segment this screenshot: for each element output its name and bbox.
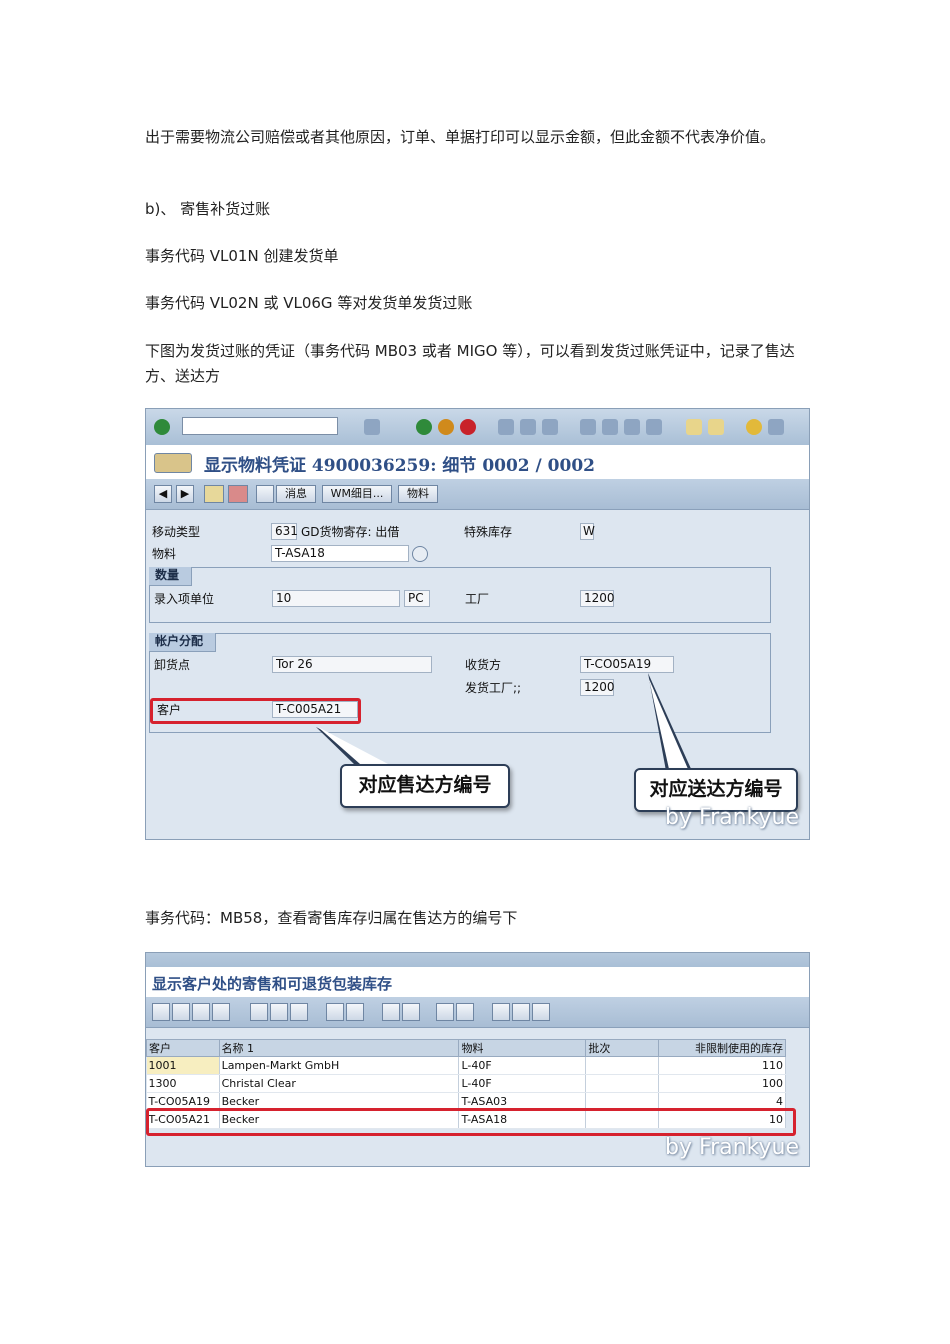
- column-header-customer[interactable]: 客户: [146, 1039, 220, 1057]
- table-header-row: 客户 名称 1 物料 批次 非限制使用的库存: [146, 1039, 787, 1057]
- sort-asc-icon[interactable]: [326, 1003, 344, 1021]
- watermark: by Frankyue: [665, 805, 799, 830]
- cell-customer: 1001: [146, 1056, 220, 1075]
- paragraph-vl02n: 事务代码 VL02N 或 VL06G 等对发货单发货过账: [145, 294, 473, 312]
- export-icon[interactable]: [402, 1003, 420, 1021]
- layout-save-icon[interactable]: [532, 1003, 550, 1021]
- cell-stock: 100: [658, 1074, 787, 1093]
- prev-icon[interactable]: [172, 1003, 190, 1021]
- cell-batch: [585, 1074, 659, 1093]
- sap-material-document-screenshot: 显示物料凭证 4900036259: 细节 0002 / 0002 ◀ ▶ 消息…: [145, 408, 810, 840]
- cell-name: Christal Clear: [219, 1074, 460, 1093]
- cell-material: L-40F: [458, 1056, 587, 1075]
- page-title-2: 显示客户处的寄售和可退货包装库存: [152, 975, 393, 993]
- layout-change-icon[interactable]: [512, 1003, 530, 1021]
- column-header-material[interactable]: 物料: [458, 1039, 587, 1057]
- sap-mb58-screenshot: 显示客户处的寄售和可退货包装库存 客户 名称 1 物料 批次 非限制使用的库存: [145, 952, 810, 1167]
- last-icon[interactable]: [212, 1003, 230, 1021]
- watermark-2: by Frankyue: [665, 1135, 799, 1160]
- spreadsheet-icon[interactable]: [436, 1003, 454, 1021]
- sold-to-callout: 对应售达方编号: [340, 764, 510, 808]
- table-row[interactable]: 1001 Lampen-Markt GmbH L-40F 110: [146, 1056, 787, 1075]
- column-header-name[interactable]: 名称 1: [218, 1039, 460, 1057]
- column-header-batch[interactable]: 批次: [585, 1039, 659, 1057]
- graphic-icon[interactable]: [456, 1003, 474, 1021]
- sum-icon[interactable]: [290, 1003, 308, 1021]
- system-toolbar-2: [146, 953, 809, 968]
- next-icon[interactable]: [192, 1003, 210, 1021]
- paragraph-mb03: 下图为发货过账的凭证（事务代码 MB03 或者 MIGO 等），可以看到发货过账…: [145, 342, 795, 385]
- sort-desc-icon[interactable]: [346, 1003, 364, 1021]
- cell-stock: 110: [658, 1056, 787, 1075]
- table-row[interactable]: 1300 Christal Clear L-40F 100: [146, 1074, 787, 1093]
- cell-batch: [585, 1056, 659, 1075]
- layout-select-icon[interactable]: [492, 1003, 510, 1021]
- first-icon[interactable]: [152, 1003, 170, 1021]
- paragraph-heading-b: b)、 寄售补货过账: [145, 200, 271, 218]
- filter-icon[interactable]: [270, 1003, 288, 1021]
- title-bar-2: 显示客户处的寄售和可退货包装库存: [146, 967, 809, 998]
- cell-name: Lampen-Markt GmbH: [219, 1056, 460, 1075]
- cell-material: L-40F: [458, 1074, 587, 1093]
- application-toolbar-2: [146, 997, 809, 1028]
- row-highlight-box: [146, 1108, 796, 1136]
- print-preview-icon[interactable]: [382, 1003, 400, 1021]
- column-header-unrestricted-stock[interactable]: 非限制使用的库存: [657, 1039, 787, 1057]
- details-icon[interactable]: [250, 1003, 268, 1021]
- paragraph-vl01n: 事务代码 VL01N 创建发货单: [145, 247, 339, 265]
- paragraph-compensation: 出于需要物流公司赔偿或者其他原因，订单、单据打印可以显示金额，但此金额不代表净价…: [145, 128, 776, 146]
- paragraph-mb58: 事务代码：MB58，查看寄售库存归属在售达方的编号下: [145, 909, 518, 927]
- cell-customer: 1300: [146, 1074, 220, 1093]
